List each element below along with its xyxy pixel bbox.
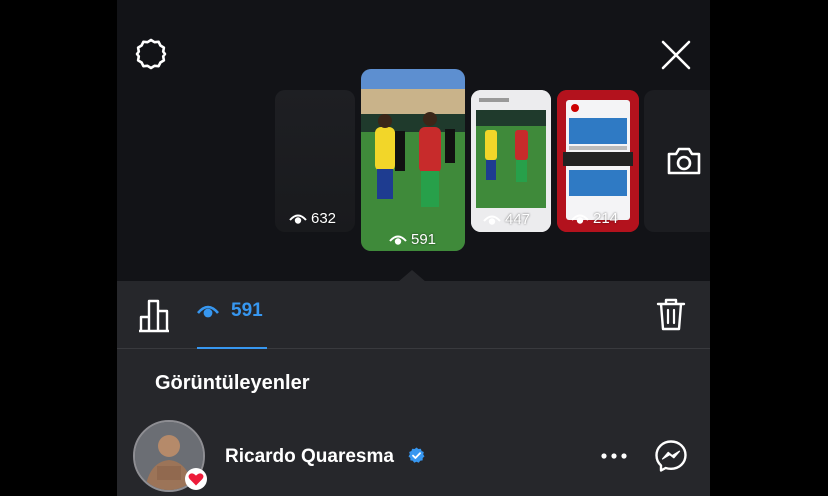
story-view-count: 447: [505, 211, 531, 228]
story-thumbnail[interactable]: 214: [557, 90, 639, 232]
story-viewer-panel: 632 591 447 214 591 Görüntüleyenler Rica…: [117, 0, 710, 496]
verified-badge-icon: [408, 447, 425, 463]
viewer-list-item[interactable]: Ricardo Quaresma: [117, 416, 710, 496]
delete-story-button[interactable]: [655, 296, 687, 332]
eye-icon: [389, 235, 407, 245]
story-views: 591: [389, 231, 436, 248]
eye-icon: [289, 214, 307, 224]
heart-like-icon: [185, 468, 207, 490]
messenger-icon: [655, 440, 687, 472]
story-views: 632: [289, 210, 336, 227]
story-view-count: 214: [593, 210, 619, 227]
more-dots-icon: [601, 453, 627, 459]
viewer-username[interactable]: Ricardo Quaresma: [225, 446, 394, 468]
send-message-button[interactable]: [653, 438, 689, 474]
viewers-section-title: Görüntüleyenler: [155, 372, 310, 394]
insights-button[interactable]: [137, 296, 171, 334]
story-view-count: 591: [411, 231, 437, 248]
views-count: 591: [231, 300, 263, 321]
add-story-camera-tile[interactable]: [644, 90, 710, 232]
story-views: 214: [571, 210, 618, 227]
active-tab-indicator: [197, 347, 267, 349]
trash-icon: [656, 298, 686, 331]
story-view-count: 632: [311, 210, 337, 227]
close-x-icon: [661, 40, 691, 70]
story-photo-image: [361, 69, 465, 251]
bar-chart-icon: [139, 299, 169, 333]
story-views: 447: [483, 211, 530, 228]
story-thumbnail-selected[interactable]: 591: [361, 69, 465, 251]
more-options-button[interactable]: [599, 444, 629, 468]
story-thumbnail[interactable]: 632: [275, 90, 355, 232]
settings-button[interactable]: [133, 36, 169, 72]
eye-icon: [197, 305, 219, 318]
settings-gear-icon: [135, 38, 167, 70]
close-button[interactable]: [657, 36, 695, 74]
selected-story-pointer: [398, 270, 426, 282]
eye-icon: [483, 215, 501, 225]
eye-icon: [571, 214, 589, 224]
story-thumbnail[interactable]: 447: [471, 90, 551, 232]
tab-viewers[interactable]: 591: [197, 300, 263, 322]
camera-icon: [667, 147, 701, 175]
